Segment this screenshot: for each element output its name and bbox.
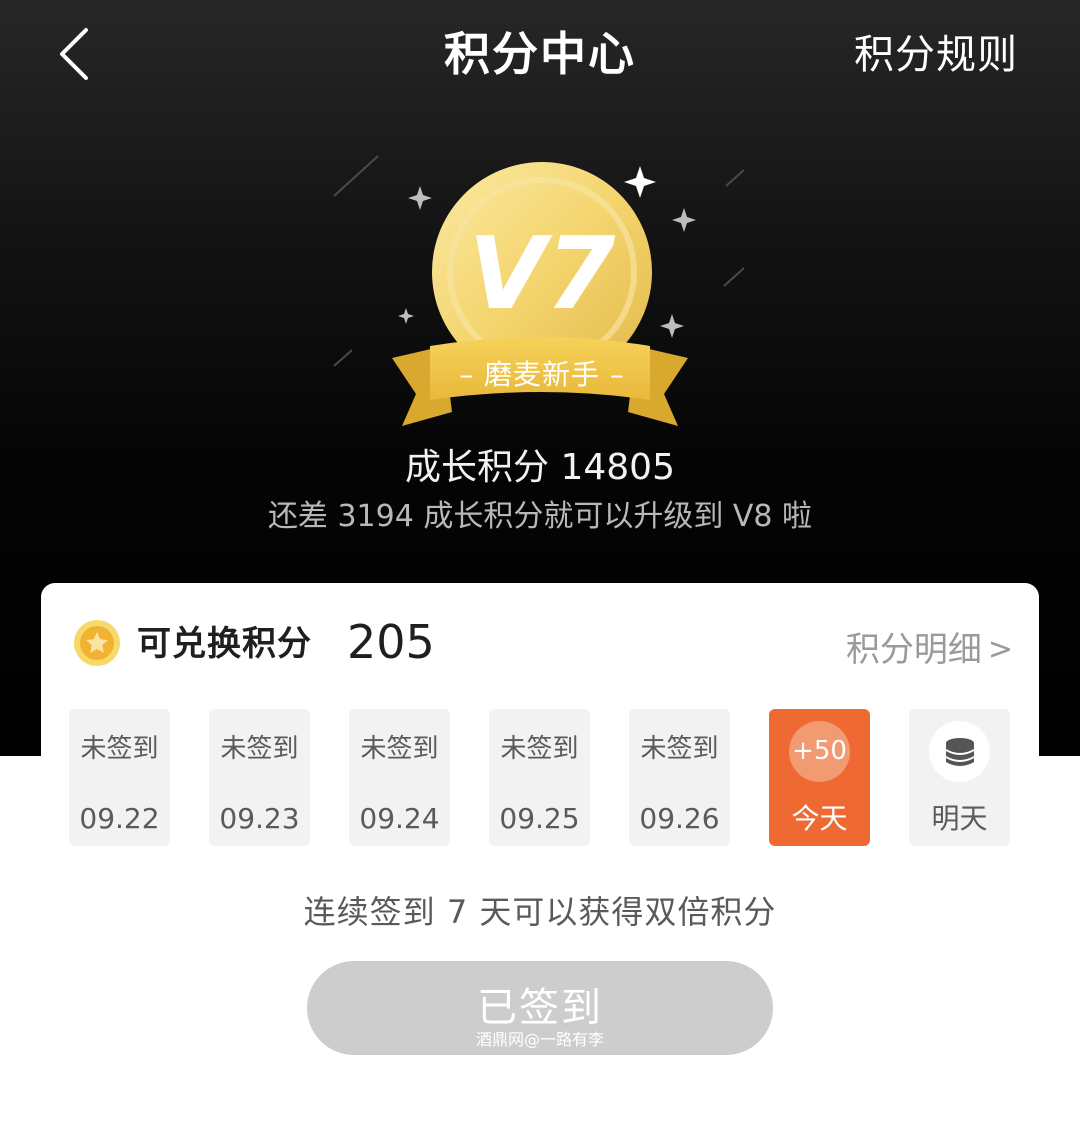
sparkle-star-icon xyxy=(408,186,432,210)
level-code: V7 xyxy=(469,215,616,332)
day-label-tomorrow: 明天 xyxy=(931,802,988,835)
day-status: 未签到 xyxy=(220,734,299,764)
checkin-day: 未签到 09.22 xyxy=(69,709,170,846)
points-detail-label: 积分明细 xyxy=(845,630,982,670)
checkin-day-tomorrow: 明天 xyxy=(909,709,1010,846)
day-status: 未签到 xyxy=(360,734,439,764)
day-label-today: 今天 xyxy=(791,802,848,835)
page-title: 积分中心 xyxy=(444,27,636,81)
sparkle-line xyxy=(723,267,745,287)
checkin-day: 未签到 09.24 xyxy=(349,709,450,846)
chevron-right-icon: > xyxy=(987,632,1013,667)
streak-tip: 连续签到 7 天可以获得双倍积分 xyxy=(303,893,777,931)
points-rules-link[interactable]: 积分规则 xyxy=(854,30,1018,80)
day-date: 09.26 xyxy=(639,802,720,835)
points-card: 可兑换积分 205 积分明细 > 未签到 09.22 未签到 09.23 未签到… xyxy=(41,583,1039,1143)
bonus-points-badge: +50 xyxy=(789,721,850,782)
coin-stack-badge xyxy=(929,721,990,782)
day-date: 09.22 xyxy=(79,802,160,835)
day-date: 09.24 xyxy=(359,802,440,835)
growth-points: 成长积分 14805 xyxy=(405,447,675,488)
sparkle-star-icon xyxy=(398,308,414,324)
checkin-calendar: 未签到 09.22 未签到 09.23 未签到 09.24 未签到 09.25 … xyxy=(69,709,1013,847)
rank-name: – 磨麦新手 – xyxy=(459,358,625,391)
day-status: 未签到 xyxy=(500,734,579,764)
sparkle-star-icon xyxy=(672,208,696,232)
sparkle-line xyxy=(725,169,745,187)
day-status: 未签到 xyxy=(640,734,719,764)
points-detail-link[interactable]: 积分明细 > xyxy=(846,625,1013,675)
upgrade-hint: 还差 3194 成长积分就可以升级到 V8 啦 xyxy=(267,499,813,534)
sparkle-star-icon xyxy=(660,314,684,338)
checkin-day: 未签到 09.26 xyxy=(629,709,730,846)
day-date: 09.23 xyxy=(219,802,300,835)
sparkle-star-icon xyxy=(624,166,656,198)
day-date: 09.25 xyxy=(499,802,580,835)
checkin-day: 未签到 09.25 xyxy=(489,709,590,846)
star-coin-icon xyxy=(74,620,120,666)
checkin-day-today[interactable]: +50 今天 xyxy=(769,709,870,846)
checkin-day: 未签到 09.23 xyxy=(209,709,310,846)
level-badge: V7 – 磨麦新手 – xyxy=(333,155,745,426)
watermark: 酒鼎网@一路有李 xyxy=(475,1030,604,1049)
sparkle-line xyxy=(333,155,379,197)
sparkle-line xyxy=(333,349,353,367)
day-status: 未签到 xyxy=(80,734,159,764)
back-button[interactable] xyxy=(50,20,110,90)
coin-stack-icon xyxy=(946,738,974,766)
redeemable-points-value: 205 xyxy=(347,615,435,669)
redeemable-points-label: 可兑换积分 xyxy=(137,624,312,664)
chevron-left-icon xyxy=(60,28,88,80)
